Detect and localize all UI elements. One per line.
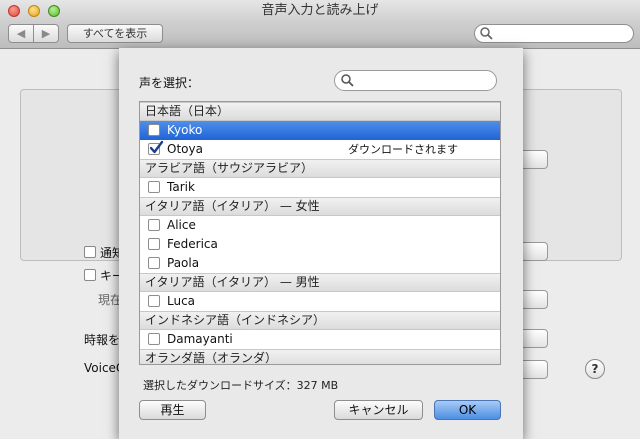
voice-name: Paola bbox=[167, 256, 200, 270]
voice-checkbox[interactable] bbox=[148, 333, 160, 345]
toolbar: ◀ ▶ すべてを表示 bbox=[0, 22, 640, 49]
voice-name: Otoya bbox=[167, 142, 203, 156]
forward-icon: ▶ bbox=[41, 27, 51, 40]
forward-button[interactable]: ▶ bbox=[33, 24, 59, 43]
preferences-search-field[interactable] bbox=[474, 24, 634, 43]
download-status: ダウンロードされます bbox=[348, 143, 458, 156]
key-checkbox bbox=[84, 269, 96, 281]
ok-button[interactable]: OK bbox=[434, 400, 501, 420]
back-button[interactable]: ◀ bbox=[8, 24, 34, 43]
search-icon bbox=[341, 74, 354, 87]
voice-row-otoya[interactable]: Otoya ダウンロードされます bbox=[140, 140, 500, 159]
search-icon bbox=[480, 27, 493, 40]
voice-checkbox[interactable] bbox=[148, 238, 160, 250]
voice-checkbox[interactable] bbox=[148, 124, 160, 136]
voice-row-luca[interactable]: Luca bbox=[140, 292, 500, 311]
cancel-button[interactable]: キャンセル bbox=[334, 400, 423, 420]
voice-select-sheet: 声を選択： 日本語（日本） Kyoko Otoya ダウンロードされます アラビ… bbox=[119, 48, 523, 439]
voice-row-kyoko[interactable]: Kyoko bbox=[140, 121, 500, 140]
help-button[interactable]: ? bbox=[585, 359, 605, 379]
voice-name: Kyoko bbox=[167, 123, 203, 137]
voice-checkbox[interactable] bbox=[148, 181, 160, 193]
voice-checkbox-checked[interactable] bbox=[148, 140, 164, 155]
group-header: イタリア語（イタリア） — 男性 bbox=[140, 273, 500, 292]
voice-row-paola[interactable]: Paola bbox=[140, 254, 500, 273]
show-all-button[interactable]: すべてを表示 bbox=[67, 24, 163, 43]
window-title: 音声入力と読み上げ bbox=[261, 3, 379, 18]
voice-select-label: 声を選択： bbox=[139, 76, 200, 90]
group-header: イタリア語（イタリア） — 女性 bbox=[140, 197, 500, 216]
voice-checkbox[interactable] bbox=[148, 295, 160, 307]
voice-row-damayanti[interactable]: Damayanti bbox=[140, 330, 500, 349]
voice-checkbox[interactable] bbox=[148, 257, 160, 269]
voice-row-tarik[interactable]: Tarik bbox=[140, 178, 500, 197]
voice-name: Tarik bbox=[167, 180, 195, 194]
group-header: 日本語（日本） bbox=[140, 102, 500, 121]
voice-name: Federica bbox=[167, 237, 218, 251]
voice-row-federica[interactable]: Federica bbox=[140, 235, 500, 254]
voice-row-alice[interactable]: Alice bbox=[140, 216, 500, 235]
voice-name: Luca bbox=[167, 294, 196, 308]
group-header: オランダ語（オランダ） bbox=[140, 349, 500, 364]
voice-list[interactable]: 日本語（日本） Kyoko Otoya ダウンロードされます アラビア語（サウジ… bbox=[139, 101, 501, 365]
voice-checkbox[interactable] bbox=[148, 219, 160, 231]
time-announce-label: 時報を bbox=[84, 333, 121, 347]
notify-checkbox bbox=[84, 246, 96, 258]
checkmark-icon bbox=[149, 140, 164, 154]
download-size-label: 選択したダウンロードサイズ：327 MB bbox=[143, 379, 339, 392]
group-header: アラビア語（サウジアラビア） bbox=[140, 159, 500, 178]
title-bar: 音声入力と読み上げ bbox=[0, 0, 640, 22]
back-icon: ◀ bbox=[16, 27, 26, 40]
play-button[interactable]: 再生 bbox=[139, 400, 206, 420]
group-header: インドネシア語（インドネシア） bbox=[140, 311, 500, 330]
voice-name: Damayanti bbox=[167, 332, 233, 346]
voice-name: Alice bbox=[167, 218, 196, 232]
voice-search-input[interactable] bbox=[334, 70, 497, 91]
